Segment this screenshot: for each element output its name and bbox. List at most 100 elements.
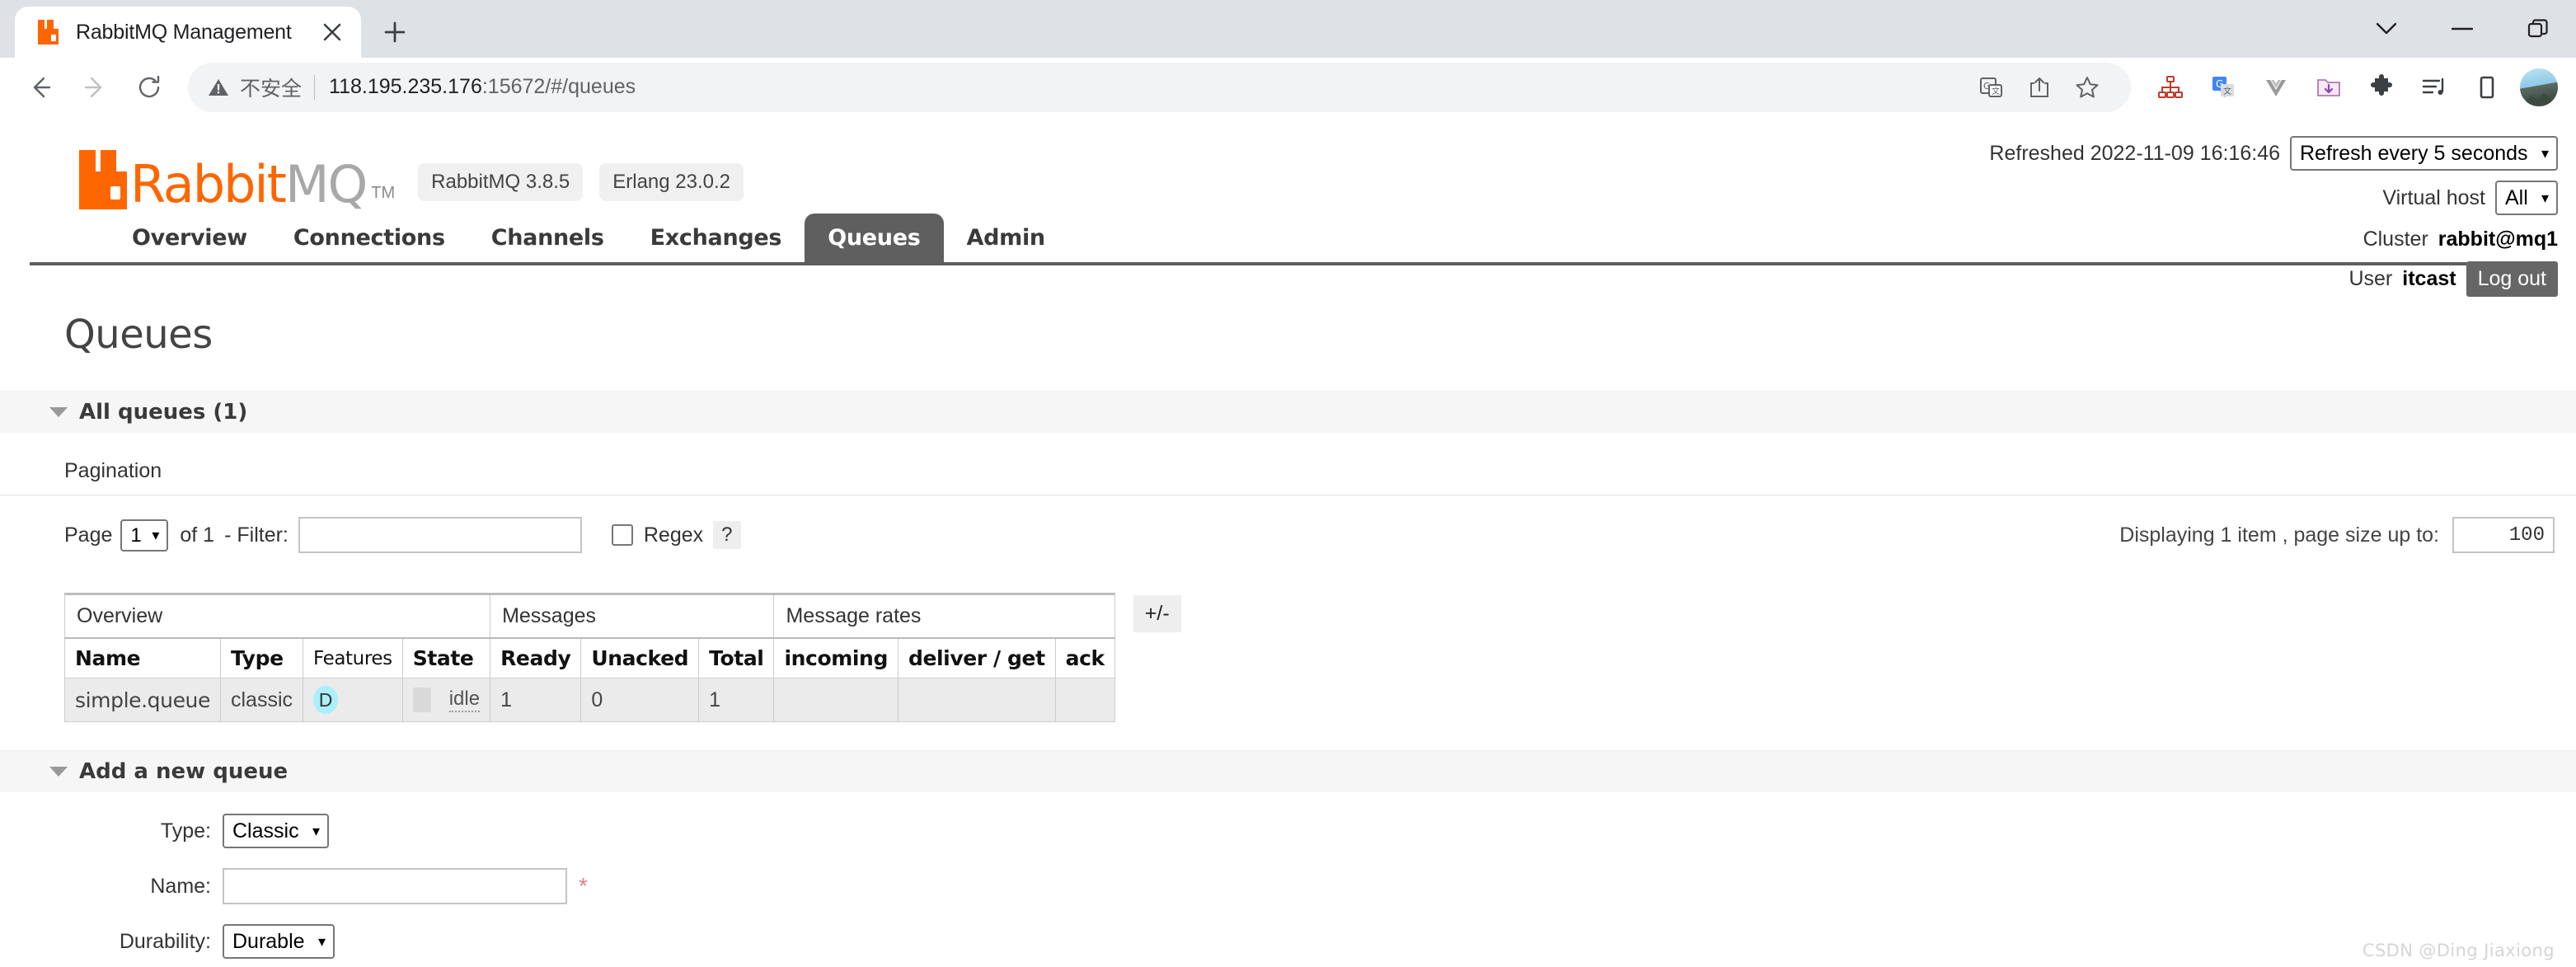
app-header: RabbitMQ TM RabbitMQ 3.8.5 Erlang 23.0.2…: [0, 117, 2576, 297]
all-queues-label: All queues (1): [79, 400, 248, 425]
regex-help-icon[interactable]: ?: [713, 521, 741, 550]
refreshed-timestamp: Refreshed 2022-11-09 16:16:46: [1989, 141, 2280, 165]
column-header-state[interactable]: State: [401, 637, 491, 679]
restore-button[interactable]: [2500, 3, 2576, 54]
refresh-interval-select-wrap[interactable]: Refresh every 5 seconds ▾: [2290, 136, 2558, 171]
close-icon[interactable]: [315, 15, 350, 49]
browser-tab[interactable]: RabbitMQ Management: [15, 7, 361, 58]
cluster-row: Cluster rabbit@mq1: [1989, 224, 2558, 254]
form-row-durability: Durability: Durable ▾: [0, 924, 2576, 960]
column-header-ack[interactable]: ack: [1054, 637, 1115, 679]
column-header-incoming[interactable]: incoming: [773, 637, 899, 679]
add-queue-label: Add a new queue: [79, 759, 289, 785]
user-row: User itcast Log out: [1989, 261, 2558, 297]
browser-chrome: RabbitMQ Management 不安全 118.195.235.176:…: [0, 0, 2576, 117]
url-path: :15672/#/queues: [481, 75, 636, 98]
avatar[interactable]: [2520, 68, 2558, 106]
column-header-total[interactable]: Total: [698, 637, 775, 679]
cell-queue-name[interactable]: simple.queue: [64, 678, 221, 723]
address-bar-url: 118.195.235.176:15672/#/queues: [329, 75, 636, 99]
filter-input[interactable]: [298, 517, 582, 554]
regex-checkbox[interactable]: [611, 524, 633, 547]
rabbitmq-management-page: RabbitMQ TM RabbitMQ 3.8.5 Erlang 23.0.2…: [0, 117, 2576, 967]
vhost-select[interactable]: All: [2495, 181, 2558, 215]
durability-label: Durability:: [119, 929, 211, 953]
puzzle-icon[interactable]: [2355, 61, 2408, 114]
page-select-wrap[interactable]: 1 ▾: [120, 519, 169, 552]
security-label: 不安全: [240, 77, 303, 101]
cell-deliver-get: [897, 678, 1056, 723]
pagination-controls: Page 1 ▾ of 1 - Filter: Regex ? Displayi…: [0, 495, 2576, 570]
column-header-type[interactable]: Type: [219, 637, 304, 679]
log-out-button[interactable]: Log out: [2466, 261, 2558, 297]
cell-queue-state: idle: [401, 678, 491, 723]
durability-select[interactable]: Durable: [223, 924, 335, 960]
playlist-music-icon[interactable]: [2408, 61, 2461, 114]
star-icon[interactable]: [2063, 63, 2111, 111]
reload-icon[interactable]: [122, 60, 176, 115]
page-size-input[interactable]: [2452, 517, 2555, 554]
display-count-area: Displaying 1 item , page size up to:: [2119, 517, 2576, 554]
type-label: Type:: [160, 819, 211, 843]
all-queues-section-header[interactable]: All queues (1): [0, 391, 2576, 434]
share-icon[interactable]: [2015, 63, 2063, 111]
omnibox-divider: [314, 74, 316, 100]
brand-name-secondary: MQ: [284, 154, 368, 215]
type-select-wrap[interactable]: Classic ▾: [223, 814, 329, 849]
new-tab-button[interactable]: [369, 7, 420, 58]
cell-incoming: [773, 678, 899, 723]
collapse-triangle-icon: [49, 407, 68, 418]
group-header-overview: Overview: [63, 593, 491, 639]
page-select[interactable]: 1: [120, 519, 169, 552]
folder-download-icon[interactable]: [2302, 61, 2355, 114]
table-column-header-row: Name Type Features State Ready Unacked T…: [64, 637, 1115, 679]
rabbitmq-favicon-icon: [38, 20, 61, 45]
column-header-deliver-get[interactable]: deliver / get: [897, 637, 1056, 679]
nav-tab-channels[interactable]: Channels: [468, 214, 627, 262]
column-header-ready[interactable]: Ready: [490, 637, 582, 679]
erlang-version-badge: Erlang 23.0.2: [599, 163, 744, 201]
column-header-features: Features: [303, 637, 403, 679]
refresh-interval-select[interactable]: Refresh every 5 seconds: [2290, 136, 2558, 171]
table-group-header-row: Overview Messages Message rates: [63, 593, 1115, 639]
vhost-select-wrap[interactable]: All ▾: [2495, 181, 2558, 215]
tab-strip: RabbitMQ Management: [0, 0, 2576, 58]
address-bar[interactable]: 不安全 118.195.235.176:15672/#/queues G文: [188, 62, 2131, 112]
cluster-value: rabbit@mq1: [2438, 227, 2558, 251]
column-header-unacked[interactable]: Unacked: [580, 637, 700, 679]
rabbitmq-logo-icon: [79, 150, 127, 209]
translate-icon[interactable]: G文: [1968, 63, 2015, 111]
state-text: idle: [448, 688, 481, 713]
collapse-triangle-icon: [49, 767, 68, 777]
minimize-button[interactable]: [2424, 3, 2500, 54]
column-header-name[interactable]: Name: [64, 637, 221, 679]
regex-toggle[interactable]: Regex ?: [611, 521, 741, 550]
nav-tab-admin[interactable]: Admin: [944, 214, 1068, 262]
group-header-messages: Messages: [490, 593, 775, 639]
vue-icon[interactable]: [2250, 61, 2302, 114]
group-header-message-rates: Message rates: [773, 593, 1115, 639]
toggle-columns-button[interactable]: +/-: [1133, 595, 1181, 633]
queue-name-input[interactable]: [223, 868, 567, 905]
durability-select-wrap[interactable]: Durable ▾: [223, 924, 335, 960]
durable-feature-badge: D: [313, 686, 339, 715]
google-translate-icon[interactable]: G文: [2197, 61, 2250, 114]
cell-ready: 1: [490, 678, 582, 723]
required-marker: *: [579, 873, 588, 899]
sitemap-icon[interactable]: [2144, 61, 2197, 114]
queues-table-zone: Overview Messages Message rates Name Typ…: [0, 570, 2576, 723]
table-row[interactable]: simple.queue classic D idle 1 0 1: [64, 678, 1115, 723]
add-queue-section-header[interactable]: Add a new queue: [0, 750, 2576, 793]
queue-type-select[interactable]: Classic: [223, 814, 329, 849]
watermark: CSDN @Ding Jiaxiong: [2362, 941, 2555, 960]
back-arrow-icon[interactable]: [13, 60, 68, 115]
nav-tab-overview[interactable]: Overview: [109, 214, 270, 262]
nav-tab-connections[interactable]: Connections: [270, 214, 468, 262]
warning-triangle-icon[interactable]: [208, 77, 229, 97]
user-value: itcast: [2402, 266, 2456, 290]
tab-search-button[interactable]: [2348, 3, 2424, 54]
nav-tab-queues[interactable]: Queues: [805, 214, 944, 262]
nav-tab-exchanges[interactable]: Exchanges: [627, 214, 805, 262]
mobile-device-icon[interactable]: [2461, 61, 2513, 114]
forward-arrow-icon[interactable]: [68, 60, 122, 115]
